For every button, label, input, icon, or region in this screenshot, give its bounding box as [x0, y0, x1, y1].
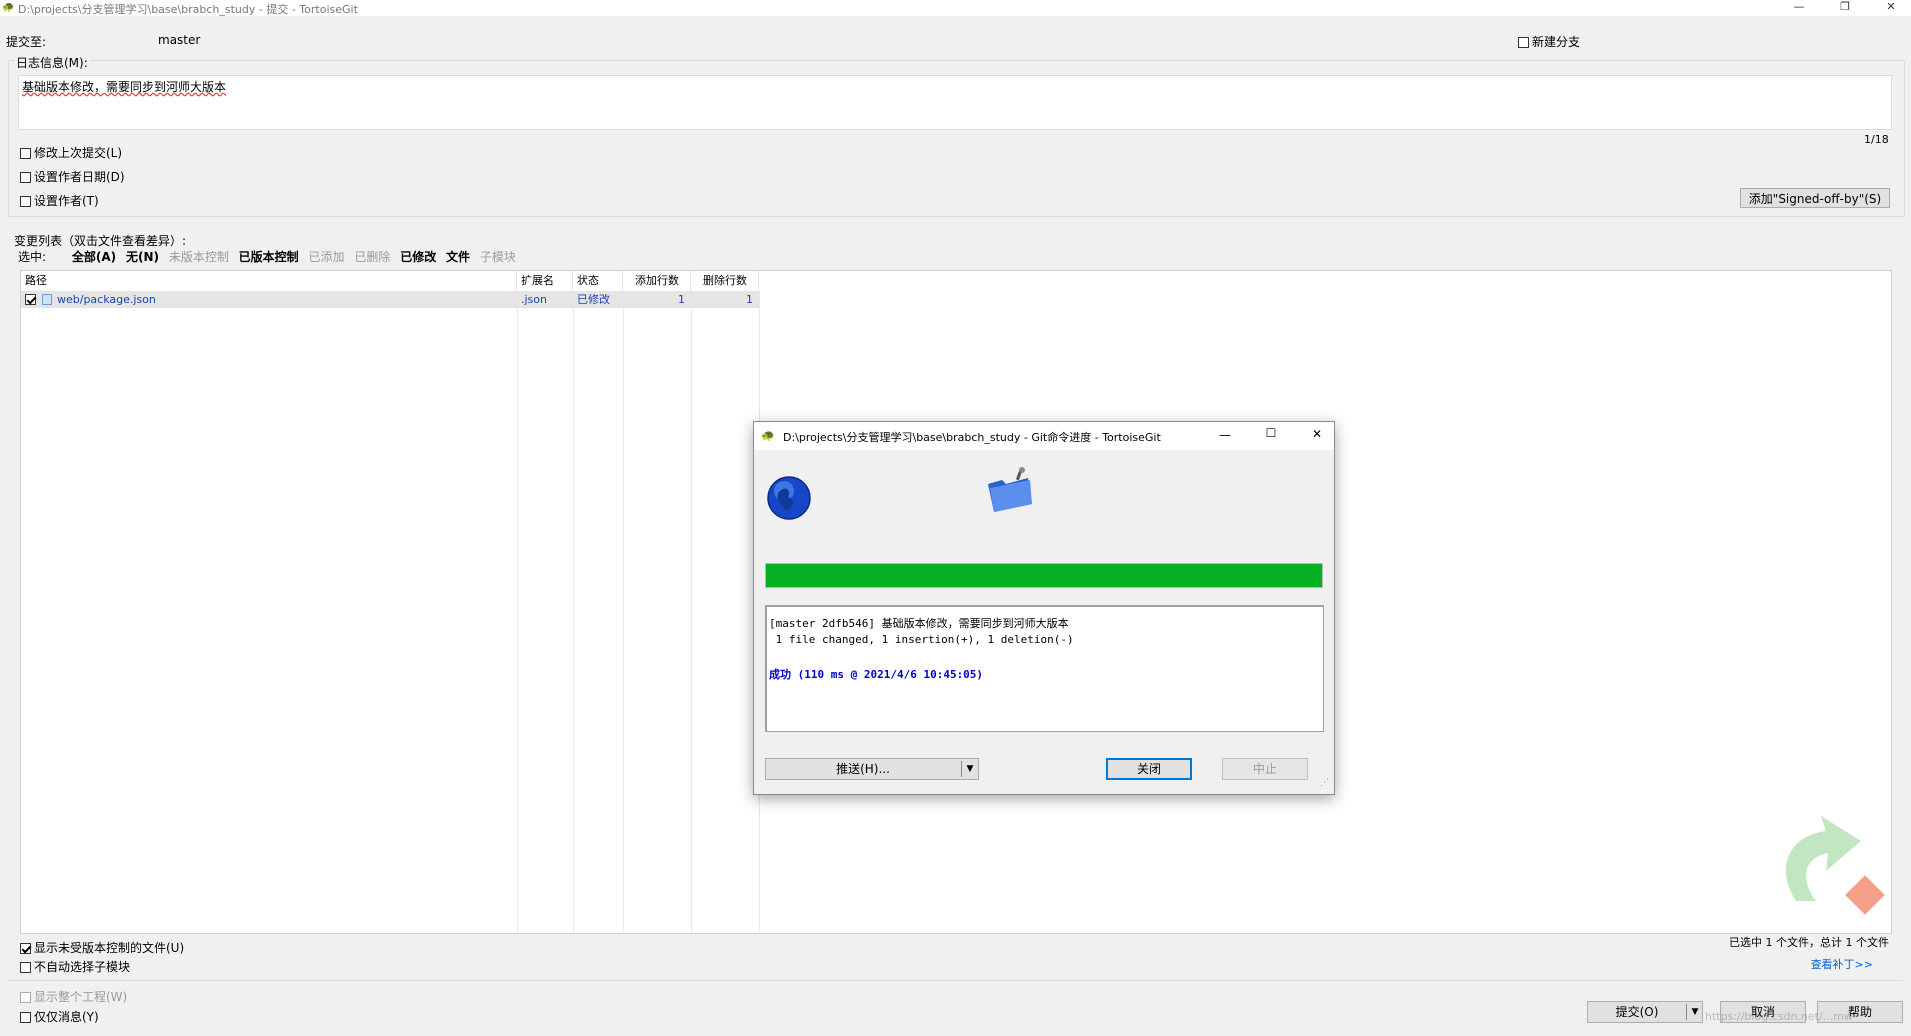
column-divider	[517, 291, 518, 933]
push-button-label: 推送(H)...	[836, 762, 890, 776]
row-ext: .json	[521, 293, 547, 306]
view-patch-link[interactable]: 查看补丁>>	[1811, 956, 1873, 972]
column-divider	[691, 291, 692, 933]
column-header-status[interactable]: 状态	[573, 271, 623, 291]
success-line: 成功 (110 ms @ 2021/4/6 10:45:05)	[769, 668, 984, 681]
row-status: 已修改	[577, 293, 610, 306]
show-whole-project-option: 显示整个工程(W)	[20, 988, 127, 1005]
option-author-date-checkbox[interactable]	[20, 172, 31, 183]
progress-bar	[765, 563, 1323, 588]
dialog-maximize-button[interactable]: ☐	[1256, 426, 1286, 440]
option-author-label: 设置作者(T)	[34, 194, 99, 208]
log-message-editor[interactable]: 基础版本修改，需要同步到河师大版本	[18, 75, 1892, 130]
output-console[interactable]: [master 2dfb546] 基础版本修改，需要同步到河师大版本 1 fil…	[765, 605, 1324, 732]
filter-none[interactable]: 无(N)	[126, 248, 159, 265]
commit-button-label: 提交(O)	[1615, 1005, 1659, 1019]
selection-status: 已选中 1 个文件，总计 1 个文件	[1729, 936, 1889, 949]
option-amend-checkbox[interactable]	[20, 148, 31, 159]
push-button[interactable]: 推送(H)... ▼	[765, 758, 979, 780]
dialog-title-bar: 🐢 D:\projects\分支管理学习\base\brabch_study -…	[754, 422, 1334, 450]
column-header-ext[interactable]: 扩展名	[517, 271, 573, 291]
log-message-text: 基础版本修改，需要同步到河师大版本	[22, 80, 227, 94]
dialog-minimize-button[interactable]: —	[1210, 428, 1240, 442]
watermark-text: https://blog.csdn.net/...mw	[1705, 1010, 1853, 1023]
row-deleted: 1	[746, 293, 753, 306]
file-icon	[42, 294, 52, 305]
option-author-date[interactable]: 设置作者日期(D)	[20, 168, 125, 185]
show-whole-project-label: 显示整个工程(W)	[34, 990, 128, 1004]
message-only-label: 仅仅消息(Y)	[34, 1010, 99, 1024]
close-window-button[interactable]: ✕	[1868, 0, 1911, 16]
option-author-date-label: 设置作者日期(D)	[34, 170, 125, 184]
abort-button: 中止	[1222, 758, 1308, 780]
log-message-label: 日志信息(M):	[14, 54, 90, 71]
push-dropdown-separator	[961, 761, 962, 777]
bottom-separator	[8, 980, 1903, 981]
commit-dropdown-separator	[1686, 1004, 1687, 1020]
no-auto-submodule-checkbox[interactable]	[20, 962, 31, 973]
row-added: 1	[678, 293, 685, 306]
title-bar: 🐢 D:\projects\分支管理学习\base\brabch_study -…	[0, 0, 1911, 16]
option-author-checkbox[interactable]	[20, 196, 31, 207]
row-path: web/package.json	[57, 293, 156, 306]
column-header-path[interactable]: 路径	[21, 271, 517, 291]
filter-deleted[interactable]: 已删除	[354, 248, 390, 265]
commit-to-branch: master	[158, 33, 201, 47]
tortoisegit-app-icon: 🐢	[2, 2, 15, 13]
show-whole-project-checkbox	[20, 992, 31, 1003]
log-message-counter: 1/18	[1864, 133, 1889, 146]
dialog-close-x-button[interactable]: ✕	[1302, 427, 1332, 441]
message-only-checkbox[interactable]	[20, 1012, 31, 1023]
filter-bar: 选中: 全部(A) 无(N) 未版本控制 已版本控制 已添加 已删除 已修改 文…	[18, 248, 522, 265]
output-line: 1 file changed, 1 insertion(+), 1 deleti…	[769, 633, 1074, 646]
no-auto-submodule-label: 不自动选择子模块	[34, 960, 131, 974]
column-header-added[interactable]: 添加行数	[623, 271, 691, 291]
chevron-down-icon[interactable]: ▼	[1688, 1002, 1702, 1022]
dialog-app-icon: 🐢	[761, 429, 775, 442]
filter-all[interactable]: 全部(A)	[72, 248, 116, 265]
filter-modified[interactable]: 已修改	[400, 248, 436, 265]
commit-button[interactable]: 提交(O) ▼	[1587, 1001, 1703, 1023]
show-unversioned-checkbox[interactable]	[20, 943, 31, 954]
commit-to-label: 提交至:	[6, 35, 47, 49]
resize-grip-icon[interactable]: ⋰	[1320, 778, 1329, 788]
output-line: [master 2dfb546] 基础版本修改，需要同步到河师大版本	[769, 617, 1069, 630]
option-amend-label: 修改上次提交(L)	[34, 146, 123, 160]
new-branch-label: 新建分支	[1532, 35, 1581, 49]
column-header-deleted[interactable]: 删除行数	[691, 271, 759, 291]
dialog-title: D:\projects\分支管理学习\base\brabch_study - G…	[783, 431, 1161, 444]
chevron-down-icon[interactable]: ▼	[963, 759, 977, 779]
minimize-button[interactable]: —	[1776, 0, 1822, 16]
tortoisegit-logo-watermark	[1786, 816, 1885, 915]
new-branch-checkbox[interactable]: 新建分支	[1518, 33, 1580, 50]
option-author[interactable]: 设置作者(T)	[20, 192, 99, 209]
column-divider	[623, 291, 624, 933]
row-checkbox[interactable]	[25, 294, 36, 305]
new-branch-checkbox-box[interactable]	[1518, 37, 1529, 48]
globe-icon	[767, 476, 811, 520]
filter-files[interactable]: 文件	[446, 248, 470, 265]
progress-bar-fill	[766, 564, 1322, 587]
table-row[interactable]: web/package.json .json 已修改 1 1	[21, 291, 759, 308]
message-only-option[interactable]: 仅仅消息(Y)	[20, 1008, 99, 1025]
window-title: D:\projects\分支管理学习\base\brabch_study - 提…	[18, 3, 358, 16]
filter-unversioned[interactable]: 未版本控制	[169, 248, 229, 265]
column-divider	[573, 291, 574, 933]
restore-button[interactable]: ❐	[1822, 0, 1868, 16]
filter-select-label: 选中:	[18, 250, 47, 264]
close-button[interactable]: 关闭	[1106, 758, 1192, 780]
no-auto-submodule-option[interactable]: 不自动选择子模块	[20, 958, 130, 975]
filter-submodules[interactable]: 子模块	[480, 248, 516, 265]
signed-off-by-button[interactable]: 添加"Signed-off-by"(S)	[1740, 188, 1890, 208]
show-unversioned-option[interactable]: 显示未受版本控制的文件(U)	[20, 939, 184, 956]
progress-dialog: 🐢 D:\projects\分支管理学习\base\brabch_study -…	[753, 421, 1335, 795]
filter-added[interactable]: 已添加	[309, 248, 345, 265]
show-unversioned-label: 显示未受版本控制的文件(U)	[34, 941, 185, 955]
filter-versioned[interactable]: 已版本控制	[239, 248, 299, 265]
folder-icon	[988, 467, 1032, 512]
changes-label: 变更列表（双击文件查看差异）:	[14, 234, 187, 248]
option-amend[interactable]: 修改上次提交(L)	[20, 144, 122, 161]
